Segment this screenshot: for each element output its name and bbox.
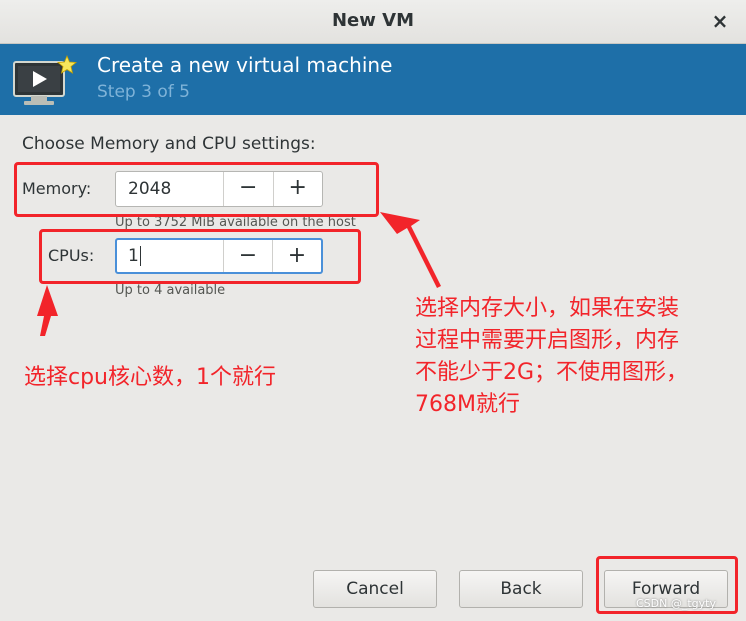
- vm-screen-icon: [13, 54, 78, 105]
- cpus-hint: Up to 4 available: [115, 283, 226, 298]
- banner-step: Step 3 of 5: [97, 82, 190, 102]
- memory-arrow: [380, 212, 441, 288]
- memory-note-line-1: 选择内存大小，如果在安装: [415, 296, 680, 321]
- memory-note-line-2: 过程中需要开启图形，内存: [415, 328, 680, 353]
- cpus-highlight-box: [39, 229, 361, 284]
- memory-hint: Up to 3752 MiB available on the host: [115, 215, 356, 230]
- back-button[interactable]: Back: [459, 570, 583, 608]
- window-titlebar: New VM ×: [0, 0, 746, 44]
- section-title: Choose Memory and CPU settings:: [22, 134, 316, 154]
- cancel-button[interactable]: Cancel: [313, 570, 437, 608]
- memory-highlight-box: [14, 162, 379, 217]
- cpus-arrow: [37, 285, 58, 336]
- close-icon[interactable]: ×: [708, 8, 732, 34]
- watermark: CSDN @_tgyty: [636, 597, 716, 610]
- wizard-banner: Create a new virtual machine Step 3 of 5: [0, 44, 746, 115]
- memory-note-line-4: 768M就行: [415, 392, 520, 417]
- cpu-note: 选择cpu核心数，1个就行: [24, 365, 277, 390]
- window-title: New VM: [331, 10, 414, 31]
- memory-note-line-3: 不能少于2G；不使用图形，: [415, 360, 689, 385]
- banner-heading: Create a new virtual machine: [97, 53, 393, 77]
